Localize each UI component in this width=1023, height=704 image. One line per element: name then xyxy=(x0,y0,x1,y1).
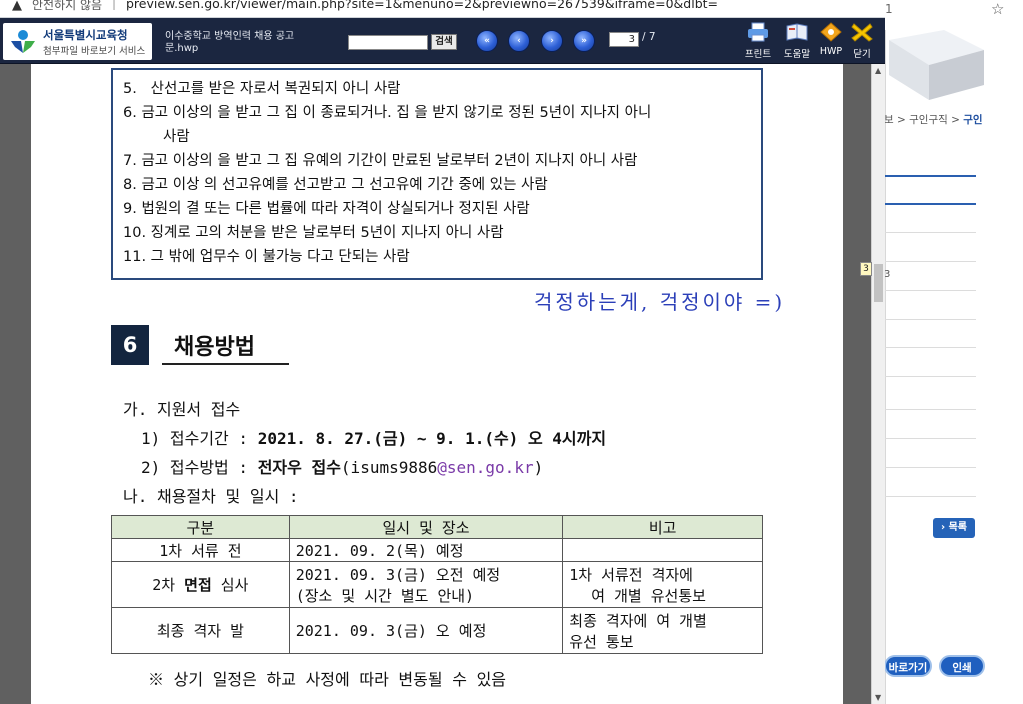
date-cell: 2021. 09. 2(목) 예정 xyxy=(288,538,564,562)
print-button[interactable]: 프린트 xyxy=(741,22,775,60)
first-page-icon[interactable]: « xyxy=(476,30,498,52)
scroll-down-icon[interactable]: ▼ xyxy=(875,693,881,702)
background-divider xyxy=(885,175,976,177)
background-divider xyxy=(885,261,976,262)
help-book-icon xyxy=(786,23,808,41)
background-page xyxy=(885,0,1023,704)
table-row: 1차 서류 전 2021. 09. 2(목) 예정 xyxy=(111,538,763,562)
hwp-label: HWP xyxy=(819,46,843,57)
note-cell xyxy=(562,538,763,562)
background-divider xyxy=(885,496,976,497)
table-header-cell: 구분 xyxy=(111,515,290,539)
disqualification-item: 6. 금고 이상의 을 받고 그 집 이 종료되거나. 집 을 받지 않기로 정… xyxy=(123,105,652,121)
last-page-icon[interactable]: » xyxy=(573,30,595,52)
disqualification-item: 8. 금고 이상 의 선고유예를 선고받고 그 선고유예 기간 중에 있는 사람 xyxy=(123,177,548,193)
disqualification-item: 9. 법원의 결 또는 다른 법률에 따라 자격이 상실되거나 정지된 사람 xyxy=(123,201,530,217)
logo-title: 서울특별시교육청 xyxy=(43,28,128,42)
scroll-up-icon[interactable]: ▲ xyxy=(875,66,881,75)
table-header-cell: 일시 및 장소 xyxy=(288,515,564,539)
disqualification-box: 5. 산선고를 받은 자로서 복권되지 아니 사람 6. 금고 이상의 을 받고… xyxy=(111,68,763,280)
hwp-download-button[interactable]: HWP xyxy=(814,22,848,60)
prev-page-icon[interactable]: ‹ xyxy=(508,30,530,52)
table-header-cell: 비고 xyxy=(562,515,763,539)
background-divider xyxy=(885,438,976,439)
help-label: 도움말 xyxy=(783,49,811,60)
note-cell: 최종 격자에 여 개별 유선 통보 xyxy=(562,607,763,654)
application-period: 1) 접수기간 : 2021. 8. 27.(금) ~ 9. 1.(수) 오 4… xyxy=(141,429,607,448)
disqualification-item-continued: 사람 xyxy=(163,129,190,145)
page-total: / 7 xyxy=(642,31,656,43)
search-button[interactable]: 검색 xyxy=(431,34,457,50)
background-divider xyxy=(885,203,976,205)
table-header-row: 구분 일시 및 장소 비고 xyxy=(111,515,763,539)
background-divider xyxy=(885,290,976,291)
background-divider xyxy=(885,376,976,377)
schedule-footnote: ※ 상기 일정은 하교 사정에 따라 변동될 수 있음 xyxy=(148,670,507,689)
close-icon xyxy=(851,23,873,42)
help-button[interactable]: 도움말 xyxy=(780,22,814,60)
note-cell: 1차 서류전 격자에 여 개별 유선통보 xyxy=(562,561,763,608)
background-divider xyxy=(885,347,976,348)
hwp-file-icon xyxy=(820,22,842,42)
disqualification-item: 10. 징계로 고의 처분을 받은 날로부터 5년이 지나지 아니 사람 xyxy=(123,225,504,241)
scrollbar-thumb[interactable] xyxy=(874,264,883,302)
printer-icon xyxy=(748,22,768,42)
table-row: 2차 면접 심사 2021. 09. 3(금) 오전 예정 (장소 및 시간 별도… xyxy=(111,561,763,608)
background-divider xyxy=(885,409,976,410)
date-cell: 2021. 09. 3(금) 오 예정 xyxy=(288,607,564,654)
table-row: 최종 격자 발 2021. 09. 3(금) 오 예정 최종 격자에 여 개별 유… xyxy=(111,607,763,654)
viewer-toolbar: 서울특별시교육청 첨부파일 바로보기 서비스 이수중학교 방역인력 채용 공고문… xyxy=(0,18,885,64)
security-status-text[interactable]: 안전하지 않음 xyxy=(32,0,102,13)
list-button[interactable]: › 목록 xyxy=(933,518,975,538)
application-method: 2) 접수방법 : 전자우 접수(isums9886@sen.go.kr) xyxy=(141,458,544,477)
decorative-cube-graphic xyxy=(889,30,984,100)
search-input[interactable] xyxy=(348,35,428,50)
schedule-table: 구분 일시 및 장소 비고 1차 서류 전 2021. 09. 2(목) 예정 … xyxy=(111,515,763,654)
background-tab-fragment: 1 xyxy=(885,2,893,16)
background-divider xyxy=(885,232,976,233)
stage-cell: 2차 면접 심사 xyxy=(111,561,290,608)
logo-subtitle: 첨부파일 바로보기 서비스 xyxy=(43,46,146,57)
disqualification-item: 7. 금고 이상의 을 받고 그 집 유예의 기간이 만료된 날로부터 2년이 … xyxy=(123,153,638,169)
seoul-education-logo[interactable]: 서울특별시교육청 첨부파일 바로보기 서비스 xyxy=(3,23,152,60)
document-filename: 이수중학교 방역인력 채용 공고문.hwp xyxy=(165,31,295,54)
item-ga-heading: 가. 지원서 접수 xyxy=(123,400,241,419)
browser-address-bar[interactable]: ▲ 안전하지 않음 | preview.sen.go.kr/viewer/mai… xyxy=(0,0,885,18)
section-number: 6 xyxy=(111,325,149,365)
bookmark-star-icon[interactable]: ☆ xyxy=(991,0,1004,18)
page-number-input[interactable]: 3 xyxy=(609,32,639,47)
close-button[interactable]: 닫기 xyxy=(845,22,879,60)
print-page-button[interactable]: 인쇄 xyxy=(939,655,985,677)
attachment-viewer-window: 서울특별시교육청 첨부파일 바로보기 서비스 이수중학교 방역인력 채용 공고문… xyxy=(0,18,885,704)
address-separator: | xyxy=(112,0,117,10)
stage-cell: 1차 서류 전 xyxy=(111,538,290,562)
section-title: 채용방법 xyxy=(174,335,255,360)
seoul-emblem-icon xyxy=(11,30,35,53)
background-divider xyxy=(885,467,976,468)
shortcut-button[interactable]: 바로가기 xyxy=(884,655,932,677)
background-divider xyxy=(885,319,976,320)
date-cell: 2021. 09. 3(금) 오전 예정 (장소 및 시간 별도 안내) xyxy=(288,561,564,608)
next-page-icon[interactable]: › xyxy=(541,30,563,52)
disqualification-item: 11. 그 밖에 업무수 이 불가능 다고 단되는 사람 xyxy=(123,249,410,265)
print-label: 프린트 xyxy=(744,49,772,60)
background-breadcrumb: 보 > 구인구직 > 구인 xyxy=(884,114,983,126)
disqualification-item: 5. 산선고를 받은 자로서 복권되지 아니 사람 xyxy=(123,81,401,97)
warning-triangle-icon: ▲ xyxy=(12,0,22,13)
page-position-tooltip: 3 xyxy=(860,262,872,276)
document-page: 5. 산선고를 받은 자로서 복권되지 아니 사람 6. 금고 이상의 을 받고… xyxy=(31,64,843,704)
item-na-heading: 나. 채용절차 및 일시 : xyxy=(123,487,299,506)
stage-cell: 최종 격자 발 xyxy=(111,607,290,654)
close-label: 닫기 xyxy=(853,49,871,60)
address-url[interactable]: preview.sen.go.kr/viewer/main.php?site=1… xyxy=(126,0,718,11)
section-underline xyxy=(162,363,289,365)
handwritten-note: 걱정하는게, 걱정이야 =) xyxy=(534,290,786,314)
vertical-scrollbar[interactable]: ▲ ▼ xyxy=(871,64,885,704)
